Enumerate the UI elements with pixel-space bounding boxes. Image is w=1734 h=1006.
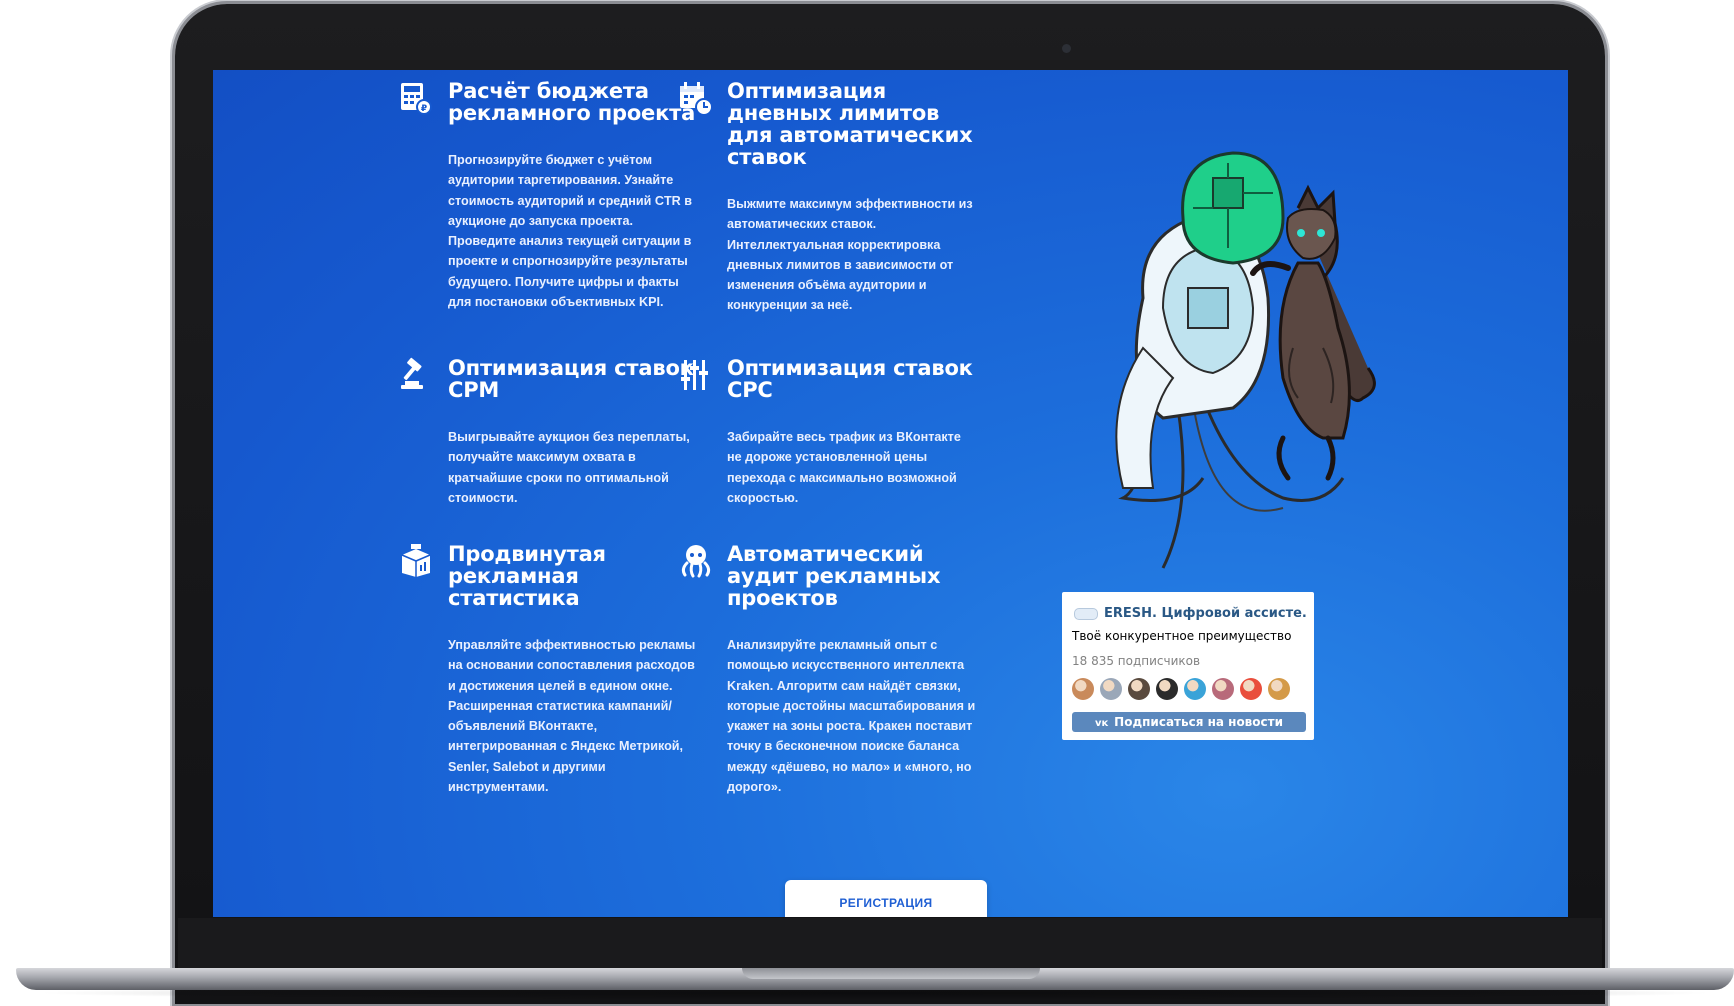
subscriber-avatar[interactable] [1156, 678, 1178, 700]
feature-statistics: Продвинутая рекламная статистика Управля… [401, 542, 698, 797]
widget-title-text: ERESH. Цифровой ассисте... [1104, 606, 1306, 621]
subscribe-label: Подписаться на новости [1114, 715, 1283, 729]
laptop-screen: ₽ Расчёт бюджета рекламного проекта Прог… [213, 70, 1568, 917]
subscriber-avatar[interactable] [1100, 678, 1122, 700]
feature-text: Прогнозируйте бюджет с учётом аудитории … [448, 153, 692, 310]
feature-title: Расчёт бюджета рекламного проекта [448, 79, 696, 125]
vk-community-widget[interactable]: ERESH. Цифровой ассисте... Твоё конкурен… [1062, 592, 1314, 740]
webcam-icon [1062, 44, 1071, 53]
feature-audit: Автоматический аудит рекламных проектов … [681, 542, 977, 797]
subscriber-avatar[interactable] [1128, 678, 1150, 700]
subscriber-avatar[interactable] [1240, 678, 1262, 700]
community-logo-icon [1074, 607, 1098, 620]
feature-text: Анализируйте рекламный опыт с помощью ис… [727, 638, 976, 795]
widget-subtitle: Твоё конкурентное преимущество [1072, 629, 1292, 643]
feature-budget: ₽ Расчёт бюджета рекламного проекта Прог… [401, 79, 698, 312]
robot-cat-illustration [1115, 151, 1376, 569]
subscriber-avatar[interactable] [1184, 678, 1206, 700]
subscriber-avatar[interactable] [1072, 678, 1094, 700]
feature-text: Выжмите максимум эффективности из автома… [727, 197, 973, 313]
calendar-clock-icon [680, 82, 713, 116]
feature-cpm: Оптимизация ставок CPM Выигрывайте аукци… [401, 356, 698, 508]
octopus-icon [681, 545, 711, 578]
feature-title: Оптимизация ставок CPM [448, 356, 694, 402]
subscribe-button[interactable]: ᴠᴋ Подписаться на новости [1072, 712, 1306, 732]
gavel-icon [401, 357, 423, 389]
feature-text: Управляйте эффективностью рекламы на осн… [448, 638, 696, 795]
subscriber-avatars [1072, 678, 1296, 702]
feature-title: Оптимизация ставок CPC [727, 356, 973, 402]
feature-title: Продвинутая рекламная статистика [448, 542, 606, 610]
subscriber-count: 18 835 подписчиков [1072, 654, 1201, 668]
statistics-box-icon [401, 544, 431, 577]
subscriber-avatar[interactable] [1212, 678, 1234, 700]
vk-logo-icon: ᴠᴋ [1094, 718, 1109, 729]
widget-title[interactable]: ERESH. Цифровой ассисте... [1074, 606, 1306, 624]
feature-title: Автоматический аудит рекламных проектов [727, 542, 941, 610]
laptop-bezel-bottom [178, 918, 1602, 968]
laptop-notch [742, 968, 1040, 979]
feature-text: Забирайте весь трафик из ВКонтакте не до… [727, 430, 961, 505]
feature-title: Оптимизация дневных лимитов для автомати… [727, 79, 973, 169]
svg-text:₽: ₽ [421, 104, 427, 114]
register-button[interactable]: РЕГИСТРАЦИЯ [785, 880, 987, 917]
calculator-icon: ₽ [401, 83, 432, 115]
feature-cpc: Оптимизация ставок CPC Забирайте весь тр… [681, 356, 977, 508]
feature-daily-limits: Оптимизация дневных лимитов для автомати… [680, 79, 977, 316]
feature-text: Выигрывайте аукцион без переплаты, получ… [448, 430, 690, 505]
subscriber-avatar[interactable] [1268, 678, 1290, 700]
sliders-icon [681, 360, 708, 390]
